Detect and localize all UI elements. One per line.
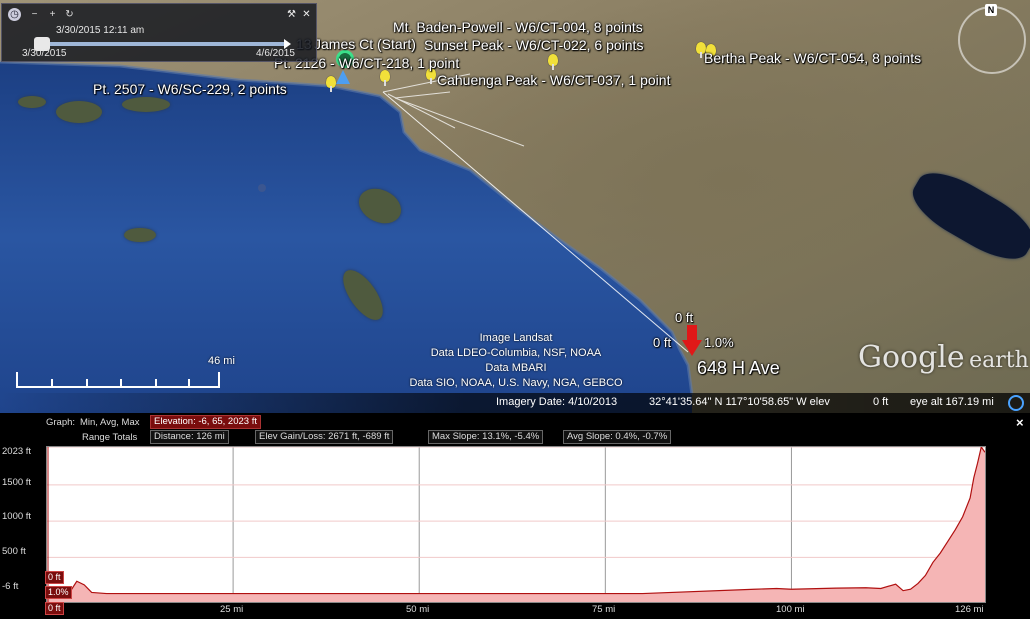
y-tick-label: 1000 ft bbox=[2, 511, 32, 522]
scale-tick bbox=[120, 379, 122, 386]
logo-word: earth bbox=[969, 348, 1029, 373]
x-tick-label: 126 mi bbox=[955, 604, 984, 615]
elevation-summary[interactable]: Elevation: -6, 65, 2023 ft bbox=[150, 415, 261, 429]
close-icon[interactable]: ✕ bbox=[300, 8, 313, 21]
scale-label: 46 mi bbox=[208, 355, 235, 367]
elevation-chart[interactable] bbox=[46, 445, 986, 603]
x-tick-label: 75 mi bbox=[592, 604, 616, 615]
scale-tick bbox=[155, 379, 157, 386]
zoom-in-icon[interactable]: + bbox=[46, 8, 59, 21]
time-slider-track[interactable] bbox=[38, 42, 288, 46]
eye-altitude-readout: eye alt 167.19 mi bbox=[910, 396, 994, 408]
scale-tick bbox=[51, 379, 53, 386]
clock-icon[interactable]: ◷ bbox=[8, 8, 21, 21]
placemark-label-pt-2507[interactable]: Pt. 2507 - W6/SC-229, 2 points bbox=[93, 81, 287, 97]
placemark-pin[interactable] bbox=[548, 54, 558, 70]
path-marker-icon[interactable] bbox=[336, 70, 350, 84]
island bbox=[124, 228, 156, 242]
y-tick-label: 2023 ft bbox=[2, 446, 32, 457]
coordinates-readout: 32°41'35.64" N 117°10'58.65" W elev bbox=[649, 396, 830, 408]
cursor-elev-tag: 0 ft bbox=[45, 571, 64, 584]
elevation-readout: 0 ft bbox=[873, 396, 889, 408]
time-current-label: 3/30/2015 12:11 am bbox=[56, 25, 145, 36]
y-tick-label: 1500 ft bbox=[2, 477, 32, 488]
navigation-compass[interactable] bbox=[958, 6, 1026, 74]
range-totals-label: Range Totals bbox=[82, 432, 138, 443]
elevation-area bbox=[47, 447, 985, 602]
google-earth-logo: Google earth bbox=[858, 340, 1029, 375]
cursor-x-tag: 0 ft bbox=[45, 602, 64, 615]
placemark-label-james-ct[interactable]: James Ct (Start) bbox=[314, 36, 416, 52]
logo-word: Google bbox=[858, 340, 965, 375]
placemark-pin[interactable] bbox=[326, 76, 336, 92]
time-slider-panel: ◷ − + ↻ ⚒ ✕ 3/30/2015 12:11 am 3/30/2015… bbox=[1, 3, 317, 62]
placemark-label-destination[interactable]: 648 H Ave bbox=[697, 358, 780, 379]
island bbox=[18, 96, 46, 108]
attribution-line: Data MBARI bbox=[485, 362, 547, 374]
attribution-line: Data SIO, NOAA, U.S. Navy, NGA, GEBCO bbox=[409, 377, 623, 389]
placemark-label-cahuenga-peak[interactable]: Cahuenga Peak - W6/CT-037, 1 point bbox=[437, 72, 670, 88]
y-tick-label: 500 ft bbox=[2, 546, 26, 557]
compass-north-icon[interactable]: N bbox=[985, 4, 997, 16]
max-slope: Max Slope: 13.1%, -5.4% bbox=[428, 430, 544, 444]
placemark-label-sunset-peak[interactable]: Sunset Peak - W6/CT-022, 6 points bbox=[424, 37, 643, 53]
zoom-out-icon[interactable]: − bbox=[28, 8, 41, 21]
loading-spinner-icon bbox=[1008, 395, 1024, 411]
distance-total: Distance: 126 mi bbox=[150, 430, 229, 444]
graph-label: Graph: bbox=[46, 417, 76, 428]
refresh-icon[interactable]: ↻ bbox=[63, 8, 76, 21]
x-tick-label: 100 mi bbox=[776, 604, 805, 615]
time-start-label: 3/30/2015 bbox=[22, 48, 67, 59]
attribution-line: Image Landsat bbox=[479, 332, 553, 344]
close-profile-icon[interactable]: × bbox=[1016, 415, 1024, 430]
attribution-line: Data LDEO-Columbia, NSF, NOAA bbox=[430, 347, 602, 359]
time-end-label: 4/6/2015 bbox=[256, 48, 295, 59]
placemark-label-bertha-peak[interactable]: Bertha Peak - W6/CT-054, 8 points bbox=[704, 50, 921, 66]
status-bar: Imagery Date: 4/10/2013 32°41'35.64" N 1… bbox=[0, 393, 1030, 413]
elev-gain-loss: Elev Gain/Loss: 2671 ft, -689 ft bbox=[255, 430, 394, 444]
cursor-slope-tag: 1.0% bbox=[45, 586, 72, 599]
elevation-profile-panel: Graph: Min, Avg, Max Elevation: -6, 65, … bbox=[0, 413, 1030, 619]
scale-tick bbox=[86, 379, 88, 386]
avg-slope: Avg Slope: 0.4%, -0.7% bbox=[563, 430, 672, 444]
scale-bar bbox=[16, 372, 220, 388]
placemark-pin[interactable] bbox=[380, 70, 390, 86]
elevation-line bbox=[47, 445, 986, 595]
island bbox=[56, 101, 102, 123]
profile-cursor-arrow-head-icon bbox=[682, 340, 702, 356]
map-view[interactable]: Mt. Baden-Powell - W6/CT-004, 8 points 1… bbox=[0, 0, 1030, 413]
destination-elev-top: 0 ft bbox=[675, 310, 694, 325]
graph-modes[interactable]: Min, Avg, Max bbox=[80, 417, 140, 428]
scale-tick bbox=[188, 379, 190, 386]
placemark-label-baden-powell[interactable]: Mt. Baden-Powell - W6/CT-004, 8 points bbox=[393, 19, 643, 35]
x-tick-label: 50 mi bbox=[406, 604, 430, 615]
island bbox=[122, 97, 170, 112]
wrench-icon[interactable]: ⚒ bbox=[285, 8, 298, 21]
destination-elev-left: 0 ft bbox=[653, 335, 672, 350]
y-tick-label: -6 ft bbox=[2, 581, 19, 592]
imagery-date: Imagery Date: 4/10/2013 bbox=[496, 396, 618, 408]
imagery-attribution: Image Landsat Data LDEO-Columbia, NSF, N… bbox=[396, 331, 636, 391]
elevation-chart-svg bbox=[47, 445, 986, 602]
destination-slope: 1.0% bbox=[704, 335, 734, 350]
x-tick-label: 25 mi bbox=[220, 604, 244, 615]
